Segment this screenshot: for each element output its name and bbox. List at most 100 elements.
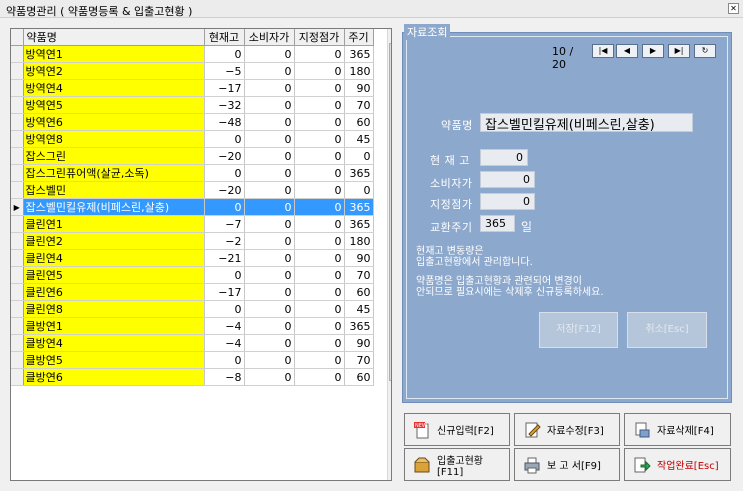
row-indicator[interactable] [11,113,24,131]
cell-dealer-price[interactable]: 0 [294,113,345,131]
cell-dealer-price[interactable]: 0 [294,300,345,318]
row-indicator[interactable] [11,96,24,114]
save-button[interactable]: 저장[F12] [539,312,618,348]
cell-name[interactable]: 클린연6 [23,283,205,301]
table-row[interactable]: 클린연1 −7 0 0 365 [11,215,374,233]
col-header-cycle[interactable]: 주기 [344,29,374,46]
prev-record-icon[interactable]: ◀ [616,44,638,58]
inout-status-button[interactable]: 입출고현황[F11] [404,448,510,481]
new-entry-button[interactable]: NEW 신규입력[F2] [404,413,510,446]
cell-name[interactable]: 클방연6 [23,368,205,386]
cell-stock[interactable]: −20 [204,147,245,165]
cell-cycle[interactable]: 45 [344,300,374,318]
cell-dealer-price[interactable]: 0 [294,164,345,182]
cell-price[interactable]: 0 [244,334,295,352]
cell-dealer-price[interactable]: 0 [294,181,345,199]
done-button[interactable]: 작업완료[Esc] [624,448,731,481]
cell-cycle[interactable]: 60 [344,113,374,131]
medicine-grid[interactable]: 약품명 현재고 소비자가 지정점가 주기 방역연1 0 0 0 365 방역연2 −5 0 0 1… [10,28,392,481]
cell-name[interactable]: 방역연6 [23,113,205,131]
cell-name[interactable]: 잡스그린 [23,147,205,165]
cell-dealer-price[interactable]: 0 [294,232,345,250]
table-row[interactable]: 클방연4 −4 0 0 90 [11,334,374,352]
cell-price[interactable]: 0 [244,232,295,250]
refresh-icon[interactable]: ↻ [694,44,716,58]
cell-dealer-price[interactable]: 0 [294,283,345,301]
cell-stock[interactable]: 0 [204,45,245,63]
cell-stock[interactable]: −4 [204,317,245,335]
row-indicator[interactable] [11,79,24,97]
cell-stock[interactable]: −8 [204,368,245,386]
table-row[interactable]: 방역연2 −5 0 0 180 [11,62,374,80]
stock-field[interactable]: 0 [480,149,528,166]
table-row[interactable]: 방역연8 0 0 0 45 [11,130,374,148]
col-header-price[interactable]: 소비자가 [244,29,295,46]
report-button[interactable]: 보 고 서[F9] [514,448,620,481]
scroll-down-icon[interactable]: ▼ [388,466,391,480]
cell-cycle[interactable]: 365 [344,45,374,63]
cell-price[interactable]: 0 [244,181,295,199]
cell-name[interactable]: 방역연1 [23,45,205,63]
row-indicator[interactable] [11,249,24,267]
row-indicator[interactable] [11,45,24,63]
cell-name[interactable]: 방역연8 [23,130,205,148]
vertical-scrollbar[interactable]: ▲ ≡ ▼ [387,29,391,480]
cell-name[interactable]: 클린연4 [23,249,205,267]
table-row[interactable]: 클린연8 0 0 0 45 [11,300,374,318]
cell-stock[interactable]: 0 [204,300,245,318]
cell-cycle[interactable]: 70 [344,96,374,114]
scroll-up-icon[interactable]: ▲ [388,29,391,43]
row-indicator[interactable] [11,130,24,148]
table-row[interactable]: 클방연1 −4 0 0 365 [11,317,374,335]
row-indicator[interactable] [11,283,24,301]
row-indicator[interactable] [11,215,24,233]
name-field[interactable]: 잡스벨민킬유제(비페스린,살충) [480,113,693,132]
col-header-dealer-price[interactable]: 지정점가 [294,29,345,46]
cell-price[interactable]: 0 [244,147,295,165]
table-row[interactable]: 잡스그린퓨어액(살균,소독) 0 0 0 365 [11,164,374,182]
cell-dealer-price[interactable]: 0 [294,130,345,148]
cell-name[interactable]: 클린연1 [23,215,205,233]
last-record-icon[interactable]: ▶| [668,44,690,58]
table-row[interactable]: 클린연2 −2 0 0 180 [11,232,374,250]
row-indicator[interactable] [11,300,24,318]
cell-cycle[interactable]: 70 [344,351,374,369]
cell-name[interactable]: 방역연4 [23,79,205,97]
row-indicator[interactable] [11,334,24,352]
cell-cycle[interactable]: 90 [344,79,374,97]
cell-cycle[interactable]: 180 [344,62,374,80]
cell-cycle[interactable]: 45 [344,130,374,148]
table-row[interactable]: 클린연4 −21 0 0 90 [11,249,374,267]
cell-name[interactable]: 방역연5 [23,96,205,114]
first-record-icon[interactable]: |◀ [592,44,614,58]
table-row[interactable]: 방역연4 −17 0 0 90 [11,79,374,97]
scroll-thumb[interactable] [389,43,391,381]
cell-price[interactable]: 0 [244,198,295,216]
table-row[interactable]: 방역연5 −32 0 0 70 [11,96,374,114]
cell-dealer-price[interactable]: 0 [294,249,345,267]
cell-stock[interactable]: −5 [204,62,245,80]
cell-dealer-price[interactable]: 0 [294,198,345,216]
cell-price[interactable]: 0 [244,317,295,335]
cell-cycle[interactable]: 70 [344,266,374,284]
next-record-icon[interactable]: ▶ [642,44,664,58]
dealer-price-field[interactable]: 0 [480,193,535,210]
cell-stock[interactable]: 0 [204,164,245,182]
cell-price[interactable]: 0 [244,283,295,301]
cell-name[interactable]: 클방연4 [23,334,205,352]
table-row[interactable]: 클방연5 0 0 0 70 [11,351,374,369]
cell-name[interactable]: 잡스그린퓨어액(살균,소독) [23,164,205,182]
cell-dealer-price[interactable]: 0 [294,368,345,386]
cell-stock[interactable]: −21 [204,249,245,267]
cell-cycle[interactable]: 365 [344,164,374,182]
cell-cycle[interactable]: 60 [344,368,374,386]
cell-stock[interactable]: 0 [204,351,245,369]
table-row[interactable]: 클방연6 −8 0 0 60 [11,368,374,386]
cell-stock[interactable]: −17 [204,283,245,301]
cell-dealer-price[interactable]: 0 [294,45,345,63]
cell-price[interactable]: 0 [244,266,295,284]
row-indicator[interactable] [11,266,24,284]
cell-dealer-price[interactable]: 0 [294,96,345,114]
col-header-stock[interactable]: 현재고 [204,29,245,46]
cell-cycle[interactable]: 365 [344,317,374,335]
